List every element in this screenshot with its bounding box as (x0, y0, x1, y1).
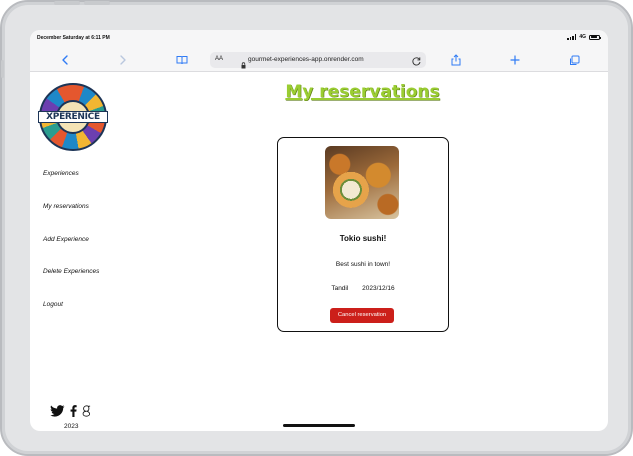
logo-text: XPERENICE (38, 111, 108, 123)
sidebar-item-experiences[interactable]: Experiences (43, 170, 79, 177)
battery-icon (589, 34, 601, 40)
new-tab-icon[interactable] (508, 53, 522, 67)
sidebar-item-logout[interactable]: Logout (43, 301, 63, 308)
forward-icon[interactable] (116, 53, 130, 67)
volume-button (84, 1, 110, 5)
ipad-frame: December Saturday at 6:11 PM 4G AA gourm… (0, 0, 633, 456)
cancel-reservation-button[interactable]: Cancel reservation (330, 308, 394, 323)
tabs-overview-icon[interactable] (567, 53, 581, 67)
sidebar-item-my-reservations[interactable]: My reservations (43, 203, 89, 210)
share-icon[interactable] (449, 53, 463, 67)
status-indicators: 4G (567, 34, 601, 40)
network-label: 4G (579, 34, 586, 40)
sidebar-item-add-experience[interactable]: Add Experience (43, 236, 89, 243)
sushi-photo (325, 146, 399, 219)
reservation-meta: Tandil 2023/12/16 (278, 285, 448, 292)
app-logo[interactable]: XPERENICE (38, 83, 108, 151)
screen: December Saturday at 6:11 PM 4G AA gourm… (30, 30, 608, 431)
reservation-city: Tandil (331, 285, 349, 292)
footer-year: 2023 (64, 423, 79, 430)
twitter-icon[interactable] (50, 404, 65, 422)
page-title: My reservations (285, 82, 440, 102)
reload-icon[interactable] (411, 54, 422, 72)
back-icon[interactable] (58, 53, 72, 67)
reservation-name: Tokio sushi! (339, 234, 387, 243)
facebook-icon[interactable] (70, 404, 77, 422)
signal-icon (567, 34, 577, 40)
lock-icon (241, 56, 246, 74)
side-button (1, 60, 4, 78)
url-text: gourmet-experiences-app.onrender.com (248, 56, 364, 63)
home-indicator[interactable] (283, 424, 355, 427)
sidebar: XPERENICE Experiences My reservations Ad… (30, 73, 116, 431)
bookmarks-icon[interactable] (175, 53, 189, 67)
reservation-description: Best sushi in town! (335, 261, 391, 268)
status-bar: December Saturday at 6:11 PM 4G (30, 30, 608, 48)
status-time: December Saturday at 6:11 PM (37, 35, 110, 41)
reservation-card: Tokio sushi! Best sushi in town! Tandil … (277, 137, 449, 332)
volume-button (54, 1, 80, 5)
address-bar[interactable]: AA gourmet-experiences-app.onrender.com (210, 52, 426, 69)
google-icon[interactable] (82, 404, 91, 422)
sidebar-item-delete-experiences[interactable]: Delete Experiences (43, 268, 99, 275)
social-links (50, 404, 91, 422)
reservation-date: 2023/12/16 (362, 285, 395, 292)
text-size-button[interactable]: AA (215, 56, 223, 62)
browser-toolbar: AA gourmet-experiences-app.onrender.com (30, 48, 608, 72)
